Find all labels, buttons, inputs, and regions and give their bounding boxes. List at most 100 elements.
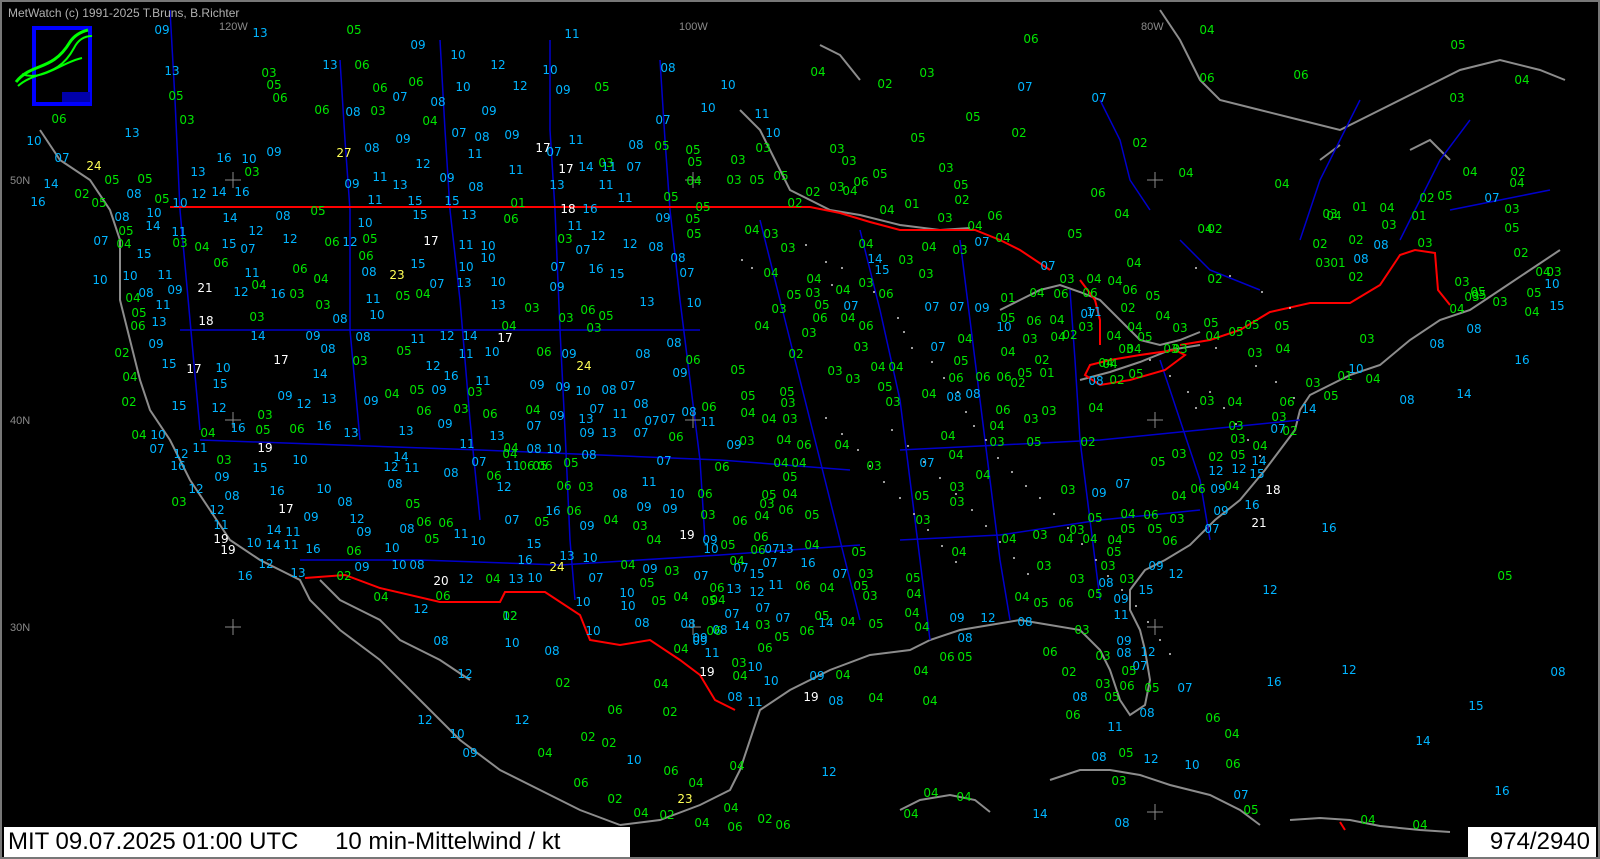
station-value: 11 [598, 178, 613, 192]
wind-station-map[interactable]: 120W 100W 80W50N40N30N 0509 13 11 06040509101… [0, 0, 1600, 859]
station-value: 09 [266, 145, 281, 159]
station-dot [1027, 573, 1029, 575]
station-value: 09 [974, 301, 989, 315]
station-value: 02 [1120, 301, 1135, 315]
station-value: 05 [1437, 189, 1452, 203]
station-value: 10 [391, 558, 406, 572]
station-value: 09 [809, 669, 824, 683]
station-dot [903, 331, 905, 333]
station-value: 04 [537, 746, 552, 760]
station-dot [1261, 291, 1263, 293]
station-value: 05 [1497, 569, 1512, 583]
station-value: 10 [150, 428, 165, 442]
station-value: 04 [754, 319, 769, 333]
station-value: 02 [1011, 126, 1026, 140]
station-value: 08 [633, 397, 648, 411]
station-value: 09 [504, 128, 519, 142]
station-value: 03 [1100, 559, 1115, 573]
station-value: 08 [126, 187, 141, 201]
station-value: 02 [1419, 191, 1434, 205]
station-dot [1025, 485, 1027, 487]
station-value: 23 [389, 268, 404, 282]
station-value: 03 [755, 141, 770, 155]
station-dot [943, 377, 945, 379]
station-value: 17 [186, 362, 201, 376]
station-value: 12 [425, 359, 440, 373]
station-value: 09 [363, 394, 378, 408]
station-value: 05 [1504, 221, 1519, 235]
station-value: 03 [289, 287, 304, 301]
station-value: 13 [456, 276, 471, 290]
station-value: 05 [957, 650, 972, 664]
station-dot [955, 561, 957, 563]
station-value: 06 [408, 75, 423, 89]
station-value: 01 [1411, 209, 1426, 223]
station-value: 04 [1082, 532, 1097, 546]
footer-status-bar: MIT 09.07.2025 01:00 UTC 10 min-Mittelwi… [4, 827, 630, 857]
station-value: 08 [666, 336, 681, 350]
station-value: 04 [957, 332, 972, 346]
station-value: 03 [949, 495, 964, 509]
station-value: 09 [636, 500, 651, 514]
station-value: 05 [965, 110, 980, 124]
station-value: 10 [246, 536, 261, 550]
station-value: 04 [1360, 813, 1375, 827]
station-dot [931, 361, 933, 363]
station-value: 06 [858, 319, 873, 333]
station-value: 04 [1379, 201, 1394, 215]
station-value: 04 [835, 668, 850, 682]
station-value: 03 [1171, 447, 1186, 461]
station-value: 08 [635, 347, 650, 361]
station-value: 04 [1514, 73, 1529, 87]
station-value: 05 [786, 288, 801, 302]
station-value: 03 [1359, 332, 1374, 346]
station-value: 09 [1091, 486, 1106, 500]
station-value: 05 [1526, 286, 1541, 300]
station-value: 06 [566, 504, 581, 518]
station-value: 05 [1150, 455, 1165, 469]
station-value: 05 [687, 155, 702, 169]
station-values: 0509 13 11 060405091012 10 0813 06130305 060604… [26, 23, 1565, 834]
station-value: 02 [336, 569, 351, 583]
station-value: 10 [504, 636, 519, 650]
station-dot [985, 525, 987, 527]
station-value: 05 [131, 306, 146, 320]
station-value: 03 [858, 276, 873, 290]
station-value: 06 [975, 370, 990, 384]
station-value: 09 [154, 23, 169, 37]
station-dot [911, 347, 913, 349]
station-value: 17 [558, 162, 573, 176]
station-dot [741, 259, 743, 261]
station-value: 01 [1039, 366, 1054, 380]
station-value: 04 [776, 433, 791, 447]
station-value: 03 [257, 408, 272, 422]
station-value: 06 [1279, 395, 1294, 409]
map-viewport[interactable]: 120W 100W 80W 50N 40N 30N 05 09 13 11 06 04 05 09 10 1… [0, 0, 1600, 859]
station-value: 02 [787, 196, 802, 210]
station-value: 06 [796, 438, 811, 452]
station-dot [869, 465, 871, 467]
station-value: 04 [1462, 165, 1477, 179]
station-value: 09 [1113, 592, 1128, 606]
station-dot [941, 545, 943, 547]
station-value: 05 [1087, 587, 1102, 601]
station-value: 09 [561, 347, 576, 361]
station-value: 03 [1036, 559, 1051, 573]
station-value: 16 [1321, 521, 1336, 535]
station-value: 04 [951, 545, 966, 559]
latitude-label: 50N [10, 175, 30, 187]
station-value: 06 [292, 262, 307, 276]
station-value: 03 [1449, 91, 1464, 105]
station-value: 11 [601, 160, 616, 174]
station-dot [923, 461, 925, 463]
station-dot [873, 291, 875, 293]
station-value: 08 [275, 209, 290, 223]
station-value: 11 [568, 133, 583, 147]
station-value: 12 [349, 512, 364, 526]
station-value: 05 [1470, 285, 1485, 299]
station-value: 06 [778, 503, 793, 517]
station-value: 03 [780, 241, 795, 255]
station-value: 07 [54, 151, 69, 165]
station-value: 10 [316, 482, 331, 496]
station-value: 03 [780, 396, 795, 410]
